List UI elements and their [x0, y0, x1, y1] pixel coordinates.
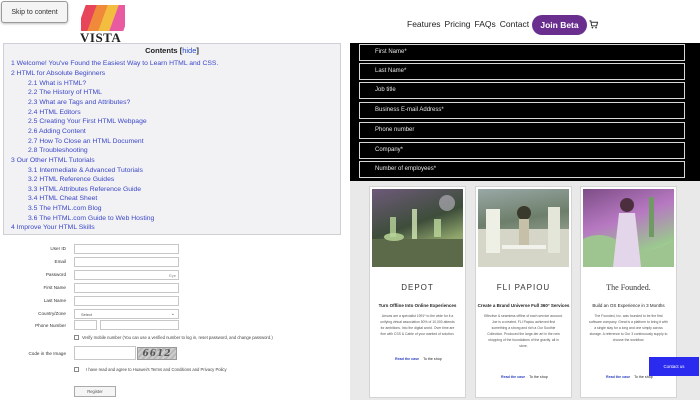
label-first-name: First Name	[43, 285, 66, 290]
main-nav: Features Pricing FAQs Contact	[407, 19, 529, 29]
toc-item-2-3[interactable]: 2.3 What are Tags and Attributes?	[28, 99, 130, 106]
label-user-id: User ID	[50, 246, 66, 251]
toc-title: Contents [hide]	[145, 46, 199, 55]
verify-mobile-text: Verify mobile number (You can use a veri…	[82, 335, 273, 340]
country-select-value: Select	[81, 312, 93, 317]
label-password: Password	[45, 272, 66, 277]
card-links: Read the case To the shop	[501, 375, 548, 379]
last-name-field-label: Last Name*	[375, 68, 407, 74]
label-country: Country/Zone	[38, 311, 66, 316]
toc-item-1[interactable]: 1 Welcome! You've Found the Easiest Way …	[11, 60, 218, 67]
card-photo	[583, 197, 674, 267]
toc-item-2-5[interactable]: 2.5 Creating Your First HTML Webpage	[28, 118, 147, 125]
read-case-link[interactable]: Read the case	[606, 375, 630, 379]
register-button[interactable]: Register	[74, 386, 116, 397]
card-title: FLI PAPIOU	[496, 283, 551, 292]
card-subtitle: Build an OS Experience in 3 Months	[592, 303, 665, 308]
business-email-field-label: Business E-mail Address*	[375, 107, 444, 113]
user-id-input[interactable]	[74, 244, 179, 254]
phone-number-field-label: Phone number	[375, 127, 415, 133]
label-email: Email	[54, 259, 67, 264]
card-image	[583, 189, 674, 267]
job-title-field-label: Job title	[375, 87, 396, 93]
toc-item-4[interactable]: 4 Improve Your HTML Skills	[11, 224, 95, 231]
card-body: The Founded, Inc. was founded to be the …	[589, 314, 668, 342]
table-of-contents: Contents [hide] 1 Welcome! You've Found …	[3, 43, 341, 235]
toc-item-3-4[interactable]: 3.4 HTML Cheat Sheet	[28, 195, 97, 202]
cart-icon[interactable]	[589, 20, 598, 29]
card-links: Read the case To the shop	[395, 357, 442, 361]
nav-pricing[interactable]: Pricing	[445, 19, 471, 29]
toc-item-2-6[interactable]: 2.6 Adding Content	[28, 128, 86, 135]
card-photo	[372, 195, 463, 267]
terms-checkbox[interactable]	[74, 367, 79, 372]
nav-contact[interactable]: Contact	[500, 19, 529, 29]
terms-text: I have read and agree to Huawei's Terms …	[86, 367, 227, 372]
label-captcha: Code in the Image	[28, 351, 66, 356]
card-body: Effective & seamless offline of each ser…	[484, 314, 563, 348]
card-photo	[478, 206, 569, 267]
join-beta-button[interactable]: Join Beta	[532, 15, 587, 35]
employees-field[interactable]: Number of employees*	[359, 161, 685, 178]
card-image	[478, 189, 569, 267]
toc-item-2-4[interactable]: 2.4 HTML Editors	[28, 109, 81, 116]
job-title-field[interactable]: Job title	[359, 82, 685, 99]
last-name-field[interactable]: Last Name*	[359, 63, 685, 80]
country-select[interactable]: Select ⌄	[74, 309, 179, 319]
password-input[interactable]: Eye	[74, 270, 179, 280]
card-links: Read the case To the shop	[606, 375, 653, 379]
label-last-name: Last Name	[43, 298, 66, 303]
toc-hide-link[interactable]: hide	[182, 46, 196, 55]
last-name-input[interactable]	[74, 296, 179, 306]
card-subtitle: Create a Brand Universe Full 360° Servic…	[477, 303, 570, 308]
toc-item-3[interactable]: 3 Our Other HTML Tutorials	[11, 157, 95, 164]
read-case-link[interactable]: Read the case	[501, 375, 525, 379]
card-body: Arrows are a specialist 1991* to the wid…	[380, 314, 455, 336]
logo-mark	[81, 5, 125, 31]
nav-faqs[interactable]: FAQs	[475, 19, 496, 29]
case-card-depot: DEPOT Turn Offline Into Online Experienc…	[369, 186, 466, 398]
card-title: The Founded.	[606, 283, 651, 292]
email-input[interactable]	[74, 257, 179, 267]
toc-item-3-3[interactable]: 3.3 HTML Attributes Reference Guide	[28, 186, 141, 193]
captcha-input[interactable]	[74, 346, 136, 360]
first-name-input[interactable]	[74, 283, 179, 293]
company-field-label: Company*	[375, 147, 404, 153]
phone-number-field[interactable]: Phone number	[359, 122, 685, 139]
toc-item-2-7[interactable]: 2.7 How To Close an HTML Document	[28, 138, 144, 145]
toc-item-2-8[interactable]: 2.8 Troubleshooting	[28, 147, 88, 154]
contact-badge-button[interactable]: Contact us	[649, 357, 699, 376]
vista-logo[interactable]: VISTA SEARCH SOURCE	[78, 5, 128, 48]
read-case-link[interactable]: Read the case	[395, 357, 419, 361]
toc-item-2[interactable]: 2 HTML for Absolute Beginners	[11, 70, 105, 77]
card-subtitle: Turn Offline Into Online Experiences	[378, 303, 457, 308]
company-field[interactable]: Company*	[359, 142, 685, 159]
toc-item-3-2[interactable]: 3.2 HTML Reference Guides	[28, 176, 114, 183]
employees-field-label: Number of employees*	[375, 166, 437, 172]
business-email-field[interactable]: Business E-mail Address*	[359, 102, 685, 119]
chevron-down-icon: ⌄	[170, 311, 175, 317]
page: Skip to content VISTA SEARCH SOURCE Feat…	[0, 0, 700, 400]
toc-item-3-5[interactable]: 3.5 The HTML.com Blog	[28, 205, 102, 212]
toc-item-3-1[interactable]: 3.1 Intermediate & Advanced Tutorials	[28, 167, 143, 174]
first-name-field-label: First Name*	[375, 49, 407, 55]
first-name-field[interactable]: First Name*	[359, 44, 685, 61]
phone-number-input[interactable]	[100, 320, 179, 330]
to-shop-link[interactable]: To the shop	[423, 357, 442, 361]
skip-to-content-button[interactable]: Skip to content	[1, 1, 68, 23]
case-card-fli-papiou: FLI PAPIOU Create a Brand Universe Full …	[475, 186, 572, 398]
toc-heading: Contents	[145, 46, 178, 55]
card-image	[372, 189, 463, 267]
captcha-image[interactable]: 6612	[137, 347, 177, 360]
lead-form-panel: First Name* Last Name* Job title Busines…	[350, 43, 700, 181]
to-shop-link[interactable]: To the shop	[529, 375, 548, 379]
toc-item-2-2[interactable]: 2.2 The History of HTML	[28, 89, 102, 96]
toc-item-3-6[interactable]: 3.6 The HTML.com Guide to Web Hosting	[28, 215, 154, 222]
toc-item-2-1[interactable]: 2.1 What is HTML?	[28, 80, 86, 87]
phone-country-code-input[interactable]	[74, 320, 97, 330]
label-phone: Phone Number	[35, 323, 66, 328]
nav-features[interactable]: Features	[407, 19, 441, 29]
verify-mobile-checkbox[interactable]	[74, 335, 79, 340]
card-title: DEPOT	[401, 283, 434, 292]
